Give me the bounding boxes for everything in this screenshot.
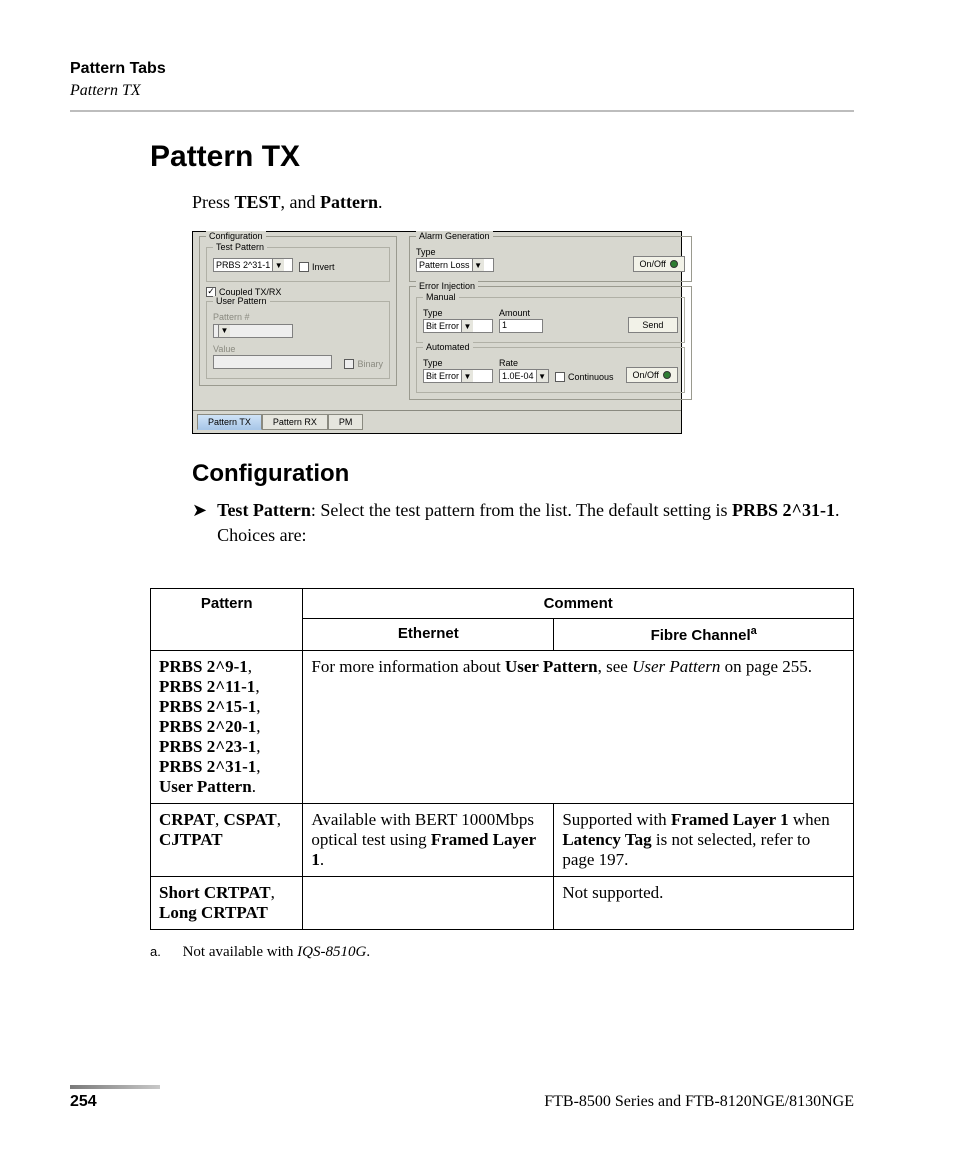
alarm-generation-title: Alarm Generation	[416, 231, 493, 241]
led-on-icon	[663, 371, 671, 379]
bullet-text: Test Pattern: Select the test pattern fr…	[217, 498, 854, 548]
checkbox-empty-icon	[299, 262, 309, 272]
table-row: CRPAT, CSPAT, CJTPAT Available with BERT…	[151, 804, 854, 877]
cell-patterns-crpat: CRPAT, CSPAT, CJTPAT	[151, 804, 303, 877]
page-number: 254	[70, 1093, 97, 1111]
table-row: PRBS 2^9-1, PRBS 2^11-1, PRBS 2^15-1, PR…	[151, 651, 854, 804]
amount-input[interactable]: 1	[499, 319, 543, 333]
table-row: Short CRTPAT, Long CRTPAT Not supported.	[151, 877, 854, 930]
test-pattern-group: Test Pattern PRBS 2^31-1 ▼ Invert	[206, 247, 390, 282]
tab-pattern-tx[interactable]: Pattern TX	[197, 414, 262, 430]
subsection-heading: Configuration	[192, 460, 854, 488]
test-pattern-select[interactable]: PRBS 2^31-1 ▼	[213, 258, 293, 272]
pattern-number-label: Pattern #	[213, 312, 383, 322]
automated-group: Automated Type Bit Error ▼	[416, 347, 685, 393]
chevron-down-icon: ▼	[461, 370, 473, 382]
error-injection-title: Error Injection	[416, 281, 478, 291]
auto-type-select[interactable]: Bit Error ▼	[423, 369, 493, 383]
rate-select[interactable]: 1.0E-04 ▼	[499, 369, 549, 383]
th-ethernet: Ethernet	[303, 619, 554, 651]
cell-fc-crtpat: Not supported.	[554, 877, 854, 930]
intro-paragraph: Press TEST, and Pattern.	[192, 192, 854, 213]
auto-type-label: Type	[423, 358, 493, 368]
user-pattern-group-title: User Pattern	[213, 296, 270, 306]
pattern-tx-screenshot: Configuration Test Pattern PRBS 2^31-1 ▼	[192, 231, 682, 434]
th-fibre-channel: Fibre Channela	[554, 619, 854, 651]
auto-onoff-button[interactable]: On/Off	[626, 367, 678, 383]
manual-group: Manual Type Bit Error ▼	[416, 297, 685, 343]
bullet-item: ➤ Test Pattern: Select the test pattern …	[192, 498, 854, 548]
alarm-onoff-button[interactable]: On/Off	[633, 256, 685, 272]
manual-type-select[interactable]: Bit Error ▼	[423, 319, 493, 333]
checkbox-empty-icon	[555, 372, 565, 382]
configuration-group-title: Configuration	[206, 231, 266, 241]
alarm-generation-group: Alarm Generation Type Pattern Loss ▼	[409, 236, 692, 282]
manual-group-title: Manual	[423, 292, 459, 302]
amount-label: Amount	[499, 308, 543, 318]
cell-ethernet-crpat: Available with BERT 1000Mbps optical tes…	[303, 804, 554, 877]
value-input[interactable]	[213, 355, 332, 369]
running-header: Pattern Tabs Pattern TX	[70, 60, 854, 112]
automated-group-title: Automated	[423, 342, 473, 352]
invert-checkbox[interactable]: Invert	[299, 262, 335, 272]
chevron-down-icon: ▼	[472, 259, 484, 271]
cell-fc-crpat: Supported with Framed Layer 1 when Laten…	[554, 804, 854, 877]
table-footnote: a. Not available with IQS-8510G.	[150, 944, 854, 961]
cell-comment-prbs: For more information about User Pattern,…	[303, 651, 854, 804]
cell-patterns-crtpat: Short CRTPAT, Long CRTPAT	[151, 877, 303, 930]
chevron-down-icon: ▼	[461, 320, 473, 332]
configuration-group: Configuration Test Pattern PRBS 2^31-1 ▼	[199, 236, 397, 386]
led-on-icon	[670, 260, 678, 268]
page-footer: 254 FTB-8500 Series and FTB-8120NGE/8130…	[70, 1085, 854, 1111]
chevron-down-icon: ▼	[272, 259, 284, 271]
th-pattern: Pattern	[151, 589, 303, 651]
test-pattern-group-title: Test Pattern	[213, 242, 267, 252]
checkbox-empty-icon	[344, 359, 354, 369]
chevron-down-icon: ▼	[218, 325, 230, 337]
tab-pm[interactable]: PM	[328, 414, 364, 430]
binary-checkbox[interactable]: Binary	[344, 359, 383, 369]
pattern-number-select[interactable]: ▼	[213, 324, 293, 338]
chevron-down-icon: ▼	[536, 370, 548, 382]
bullet-arrow-icon: ➤	[192, 498, 207, 548]
tab-strip: Pattern TX Pattern RX PM	[193, 410, 681, 433]
section-heading: Pattern TX	[150, 140, 854, 174]
footer-rule	[70, 1085, 854, 1089]
runhead-rule	[70, 110, 854, 112]
send-button[interactable]: Send	[628, 317, 678, 333]
value-label: Value	[213, 344, 383, 354]
manual-type-label: Type	[423, 308, 493, 318]
cell-ethernet-crtpat	[303, 877, 554, 930]
alarm-type-select[interactable]: Pattern Loss ▼	[416, 258, 494, 272]
book-title: FTB-8500 Series and FTB-8120NGE/8130NGE	[544, 1093, 854, 1111]
continuous-checkbox[interactable]: Continuous	[555, 372, 614, 382]
runhead-title: Pattern Tabs	[70, 60, 854, 78]
rate-label: Rate	[499, 358, 549, 368]
pattern-table: Pattern Comment Ethernet Fibre Channela …	[150, 588, 854, 930]
runhead-subtitle: Pattern TX	[70, 82, 854, 100]
tab-pattern-rx[interactable]: Pattern RX	[262, 414, 328, 430]
cell-patterns-prbs: PRBS 2^9-1, PRBS 2^11-1, PRBS 2^15-1, PR…	[151, 651, 303, 804]
user-pattern-group: User Pattern Pattern # ▼ Value	[206, 301, 390, 379]
alarm-type-label: Type	[416, 247, 494, 257]
th-comment: Comment	[303, 589, 854, 619]
error-injection-group: Error Injection Manual Type Bit Error ▼	[409, 286, 692, 400]
